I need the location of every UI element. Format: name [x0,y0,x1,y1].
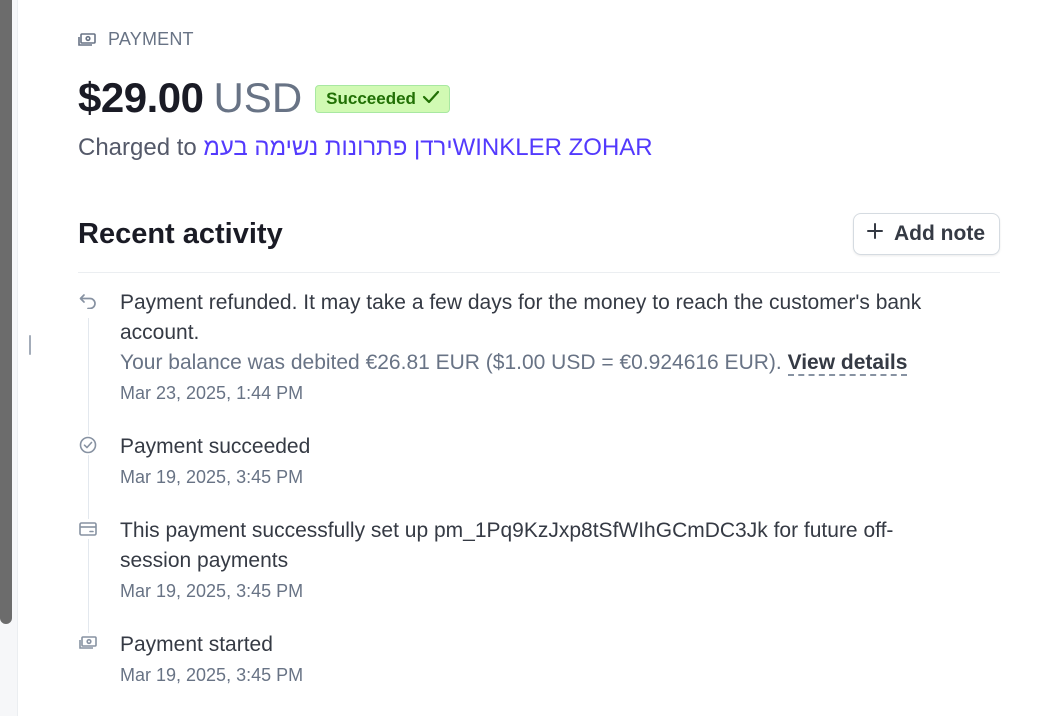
add-note-label: Add note [894,222,985,245]
status-badge: Succeeded [315,85,450,113]
recent-activity-title: Recent activity [78,218,283,250]
check-circle-icon [78,435,98,455]
section-label-text: PAYMENT [108,29,194,49]
activity-time: Mar 19, 2025, 3:45 PM [120,467,304,487]
amount-row: $29.00 USD Succeeded [78,74,450,122]
activity-item: Payment refunded. It may take a few days… [78,288,1000,408]
status-badge-label: Succeeded [326,89,416,108]
activity-text: Payment refunded. It may take a few days… [120,291,922,344]
left-rail [0,0,18,716]
charged-prefix: Charged to [78,134,197,161]
customer-link[interactable]: ירדן פתרונות נשימה בעמWINKLER ZOHAR [203,134,652,161]
activity-time: Mar 19, 2025, 3:45 PM [120,665,304,685]
activity-item: This payment successfully set up pm_1Pq9… [78,516,1000,606]
add-note-button[interactable]: Add note [853,213,1000,255]
checkmark-icon [422,89,440,109]
activity-text: This payment successfully set up pm_1Pq9… [120,519,894,572]
card-icon [78,519,98,539]
balance-debit-text: Your balance was debited €26.81 EUR ($1.… [120,351,782,374]
section-label: PAYMENT [78,29,194,50]
scrollbar[interactable] [0,0,12,624]
activity-time: Mar 23, 2025, 1:44 PM [120,383,304,403]
activity-time: Mar 19, 2025, 3:45 PM [120,581,304,601]
refund-icon [78,291,98,311]
activity-item: Payment started Mar 19, 2025, 3:45 PM [78,630,1000,690]
view-details-link[interactable]: View details [787,351,908,376]
resize-handle[interactable] [29,335,31,355]
payment-amount: $29.00 [78,74,204,121]
activity-text: Payment started [120,633,273,656]
activity-text: Payment succeeded [120,435,311,458]
divider [78,272,1000,273]
payment-currency: USD [213,74,303,121]
payment-icon [78,32,96,47]
plus-icon [866,222,884,246]
activity-item: Payment succeeded Mar 19, 2025, 3:45 PM [78,432,1000,492]
activity-subtext: Your balance was debited €26.81 EUR ($1.… [120,348,950,378]
payment-icon [78,633,98,653]
charged-to: Charged to ירדן פתרונות נשימה בעמWINKLER… [78,134,653,162]
